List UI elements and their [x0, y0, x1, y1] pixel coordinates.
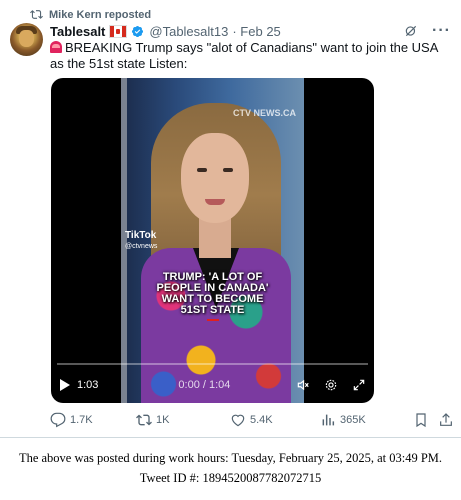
repost-indicator: Mike Kern reposted	[30, 8, 151, 21]
like-count: 5.4K	[250, 414, 273, 426]
author-handle[interactable]: @Tablesalt13	[149, 24, 228, 39]
canada-flag-icon	[109, 24, 128, 38]
settings-gear-icon[interactable]	[324, 378, 338, 392]
verified-badge-icon[interactable]	[131, 25, 144, 38]
views-count: 365K	[340, 414, 366, 426]
tweet-card[interactable]: Mike Kern reposted Tablesalt @Tablesalt1…	[0, 0, 461, 437]
video-frame[interactable]: CTV NEWS.CA TikTok @ctvnews TRUMP: 'A LO…	[121, 78, 304, 403]
views-button[interactable]: 365K	[320, 412, 366, 428]
repost-icon	[136, 414, 152, 426]
reply-button[interactable]: 1.7K	[50, 412, 93, 428]
tweet-body: BREAKING Trump says "alot of Canadians" …	[50, 40, 438, 71]
video-time-display: 0:00 / 1:04	[178, 379, 231, 391]
bookmark-button[interactable]	[413, 412, 429, 428]
video-player[interactable]: CTV NEWS.CA TikTok @ctvnews TRUMP: 'A LO…	[51, 78, 374, 403]
play-icon[interactable]	[59, 378, 71, 392]
mute-icon[interactable]	[296, 378, 310, 392]
repost-text[interactable]: Mike Kern reposted	[49, 9, 151, 21]
caption-underline	[206, 319, 219, 321]
video-controls: 1:03 0:00 / 1:04	[59, 376, 366, 394]
tweet-text: BREAKING Trump says "alot of Canadians" …	[50, 40, 450, 72]
reply-icon	[50, 412, 66, 428]
fullscreen-icon[interactable]	[352, 378, 366, 392]
video-progress-bar[interactable]	[57, 363, 368, 365]
presenter-face	[181, 133, 249, 223]
repost-button[interactable]: 1K	[136, 412, 169, 428]
footer-note: The above was posted during work hours: …	[0, 448, 461, 488]
tweet-actions: 1.7K 1K 5.4K 365K	[50, 410, 452, 430]
share-button[interactable]	[438, 412, 454, 428]
bookmark-icon	[416, 413, 426, 428]
divider	[0, 437, 461, 438]
repost-count: 1K	[156, 414, 170, 426]
video-caption: TRUMP: 'A LOT OF PEOPLE IN CANADA' WANT …	[145, 272, 280, 321]
footer-tweet-id: Tweet ID #: 1894520087782072715	[139, 471, 322, 485]
more-options-icon[interactable]: ···	[432, 23, 451, 39]
tweet-header: Tablesalt @Tablesalt13 · Feb 25 ···	[50, 22, 451, 40]
grok-icon[interactable]	[404, 24, 418, 38]
like-button[interactable]: 5.4K	[230, 412, 273, 428]
tiktok-handle: @ctvnews	[125, 243, 158, 250]
reply-count: 1.7K	[70, 414, 93, 426]
siren-emoji-icon	[50, 41, 62, 53]
news-watermark: CTV NEWS.CA	[233, 108, 296, 118]
tweet-date[interactable]: · Feb 25	[232, 24, 280, 39]
footer-posted-time: The above was posted during work hours: …	[18, 451, 443, 465]
repost-icon	[30, 10, 43, 19]
caption-line: 51ST STATE	[180, 304, 245, 316]
views-chart-icon	[322, 414, 335, 426]
avatar[interactable]	[10, 23, 43, 56]
heart-icon	[231, 414, 245, 427]
author-name[interactable]: Tablesalt	[50, 24, 105, 39]
tiktok-logo: TikTok	[125, 230, 157, 241]
share-icon	[440, 413, 452, 426]
video-remaining-time: 1:03	[77, 379, 99, 391]
